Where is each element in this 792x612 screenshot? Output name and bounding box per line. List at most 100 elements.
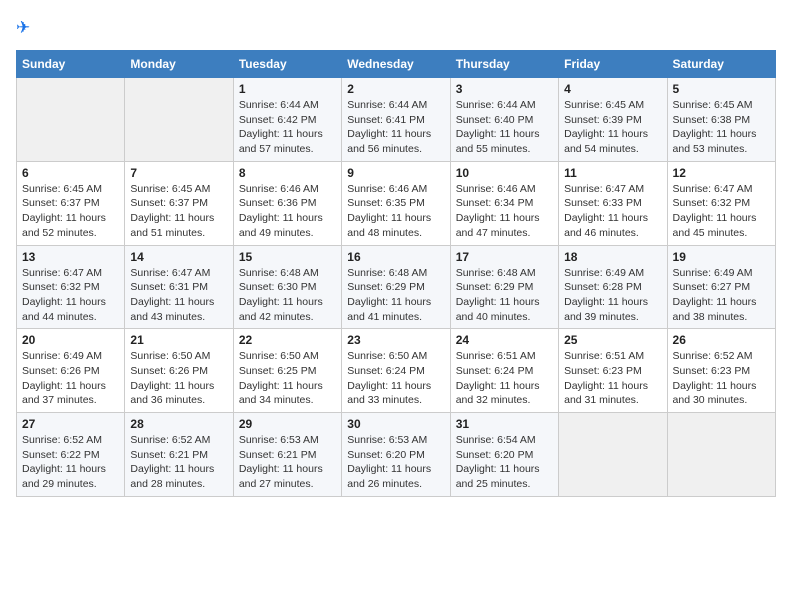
calendar-cell: 28 Sunrise: 6:52 AMSunset: 6:21 PMDayligh… <box>125 413 233 497</box>
logo-icon: ✈ <box>16 16 40 40</box>
calendar-cell <box>17 78 125 162</box>
calendar-cell: 9 Sunrise: 6:46 AMSunset: 6:35 PMDaylight… <box>342 161 450 245</box>
calendar-cell: 19 Sunrise: 6:49 AMSunset: 6:27 PMDayligh… <box>667 245 775 329</box>
weekday-header-tuesday: Tuesday <box>233 51 341 78</box>
day-number: 10 <box>456 166 553 180</box>
day-number: 12 <box>673 166 770 180</box>
cell-info: Sunrise: 6:50 AMSunset: 6:26 PMDaylight:… <box>130 349 227 408</box>
day-number: 2 <box>347 82 444 96</box>
cell-info: Sunrise: 6:54 AMSunset: 6:20 PMDaylight:… <box>456 433 553 492</box>
day-number: 3 <box>456 82 553 96</box>
day-number: 17 <box>456 250 553 264</box>
calendar-cell: 30 Sunrise: 6:53 AMSunset: 6:20 PMDayligh… <box>342 413 450 497</box>
day-number: 20 <box>22 333 119 347</box>
weekday-header-thursday: Thursday <box>450 51 558 78</box>
day-number: 9 <box>347 166 444 180</box>
day-number: 28 <box>130 417 227 431</box>
cell-info: Sunrise: 6:49 AMSunset: 6:28 PMDaylight:… <box>564 266 661 325</box>
cell-info: Sunrise: 6:49 AMSunset: 6:27 PMDaylight:… <box>673 266 770 325</box>
day-number: 11 <box>564 166 661 180</box>
calendar-cell: 3 Sunrise: 6:44 AMSunset: 6:40 PMDaylight… <box>450 78 558 162</box>
calendar-cell: 23 Sunrise: 6:50 AMSunset: 6:24 PMDayligh… <box>342 329 450 413</box>
calendar-cell <box>667 413 775 497</box>
cell-info: Sunrise: 6:53 AMSunset: 6:20 PMDaylight:… <box>347 433 444 492</box>
cell-info: Sunrise: 6:45 AMSunset: 6:38 PMDaylight:… <box>673 98 770 157</box>
calendar-cell: 18 Sunrise: 6:49 AMSunset: 6:28 PMDayligh… <box>559 245 667 329</box>
cell-info: Sunrise: 6:48 AMSunset: 6:30 PMDaylight:… <box>239 266 336 325</box>
day-number: 5 <box>673 82 770 96</box>
cell-info: Sunrise: 6:52 AMSunset: 6:22 PMDaylight:… <box>22 433 119 492</box>
calendar-cell <box>559 413 667 497</box>
calendar-cell: 14 Sunrise: 6:47 AMSunset: 6:31 PMDayligh… <box>125 245 233 329</box>
calendar-cell: 22 Sunrise: 6:50 AMSunset: 6:25 PMDayligh… <box>233 329 341 413</box>
calendar-cell: 7Sunrise: 6:45 AMSunset: 6:37 PMDaylight… <box>125 161 233 245</box>
cell-info: Sunrise: 6:45 AMSunset: 6:37 PMDaylight:… <box>22 182 119 241</box>
calendar-cell: 4 Sunrise: 6:45 AMSunset: 6:39 PMDaylight… <box>559 78 667 162</box>
day-number: 13 <box>22 250 119 264</box>
cell-info: Sunrise: 6:50 AMSunset: 6:25 PMDaylight:… <box>239 349 336 408</box>
day-number: 19 <box>673 250 770 264</box>
cell-info: Sunrise: 6:47 AMSunset: 6:32 PMDaylight:… <box>22 266 119 325</box>
day-number: 29 <box>239 417 336 431</box>
cell-info: Sunrise: 6:53 AMSunset: 6:21 PMDaylight:… <box>239 433 336 492</box>
cell-info: Sunrise: 6:44 AMSunset: 6:41 PMDaylight:… <box>347 98 444 157</box>
cell-info: Sunrise: 6:52 AMSunset: 6:23 PMDaylight:… <box>673 349 770 408</box>
cell-info: Sunrise: 6:50 AMSunset: 6:24 PMDaylight:… <box>347 349 444 408</box>
weekday-header-saturday: Saturday <box>667 51 775 78</box>
cell-info: Sunrise: 6:44 AMSunset: 6:40 PMDaylight:… <box>456 98 553 157</box>
day-number: 26 <box>673 333 770 347</box>
calendar-table: SundayMondayTuesdayWednesdayThursdayFrid… <box>16 50 776 497</box>
day-number: 1 <box>239 82 336 96</box>
calendar-cell: 21 Sunrise: 6:50 AMSunset: 6:26 PMDayligh… <box>125 329 233 413</box>
calendar-cell: 26 Sunrise: 6:52 AMSunset: 6:23 PMDayligh… <box>667 329 775 413</box>
cell-info: Sunrise: 6:52 AMSunset: 6:21 PMDaylight:… <box>130 433 227 492</box>
cell-info: Sunrise: 6:44 AMSunset: 6:42 PMDaylight:… <box>239 98 336 157</box>
cell-info: Sunrise: 6:49 AMSunset: 6:26 PMDaylight:… <box>22 349 119 408</box>
calendar-cell: 8 Sunrise: 6:46 AMSunset: 6:36 PMDaylight… <box>233 161 341 245</box>
cell-info: Sunrise: 6:45 AMSunset: 6:39 PMDaylight:… <box>564 98 661 157</box>
calendar-cell: 2 Sunrise: 6:44 AMSunset: 6:41 PMDaylight… <box>342 78 450 162</box>
calendar-cell: 24 Sunrise: 6:51 AMSunset: 6:24 PMDayligh… <box>450 329 558 413</box>
calendar-cell: 27Sunrise: 6:52 AMSunset: 6:22 PMDayligh… <box>17 413 125 497</box>
day-number: 22 <box>239 333 336 347</box>
day-number: 7 <box>130 166 227 180</box>
day-number: 25 <box>564 333 661 347</box>
cell-info: Sunrise: 6:46 AMSunset: 6:35 PMDaylight:… <box>347 182 444 241</box>
svg-text:✈: ✈ <box>16 18 30 37</box>
calendar-cell: 11 Sunrise: 6:47 AMSunset: 6:33 PMDayligh… <box>559 161 667 245</box>
day-number: 8 <box>239 166 336 180</box>
cell-info: Sunrise: 6:47 AMSunset: 6:32 PMDaylight:… <box>673 182 770 241</box>
calendar-cell: 5 Sunrise: 6:45 AMSunset: 6:38 PMDaylight… <box>667 78 775 162</box>
calendar-cell: 15 Sunrise: 6:48 AMSunset: 6:30 PMDayligh… <box>233 245 341 329</box>
cell-info: Sunrise: 6:48 AMSunset: 6:29 PMDaylight:… <box>347 266 444 325</box>
calendar-cell: 29 Sunrise: 6:53 AMSunset: 6:21 PMDayligh… <box>233 413 341 497</box>
page-header: ✈ <box>16 16 776 40</box>
cell-info: Sunrise: 6:47 AMSunset: 6:33 PMDaylight:… <box>564 182 661 241</box>
weekday-header-friday: Friday <box>559 51 667 78</box>
cell-info: Sunrise: 6:51 AMSunset: 6:24 PMDaylight:… <box>456 349 553 408</box>
day-number: 23 <box>347 333 444 347</box>
calendar-cell: 25 Sunrise: 6:51 AMSunset: 6:23 PMDayligh… <box>559 329 667 413</box>
day-number: 4 <box>564 82 661 96</box>
cell-info: Sunrise: 6:47 AMSunset: 6:31 PMDaylight:… <box>130 266 227 325</box>
weekday-header-monday: Monday <box>125 51 233 78</box>
day-number: 30 <box>347 417 444 431</box>
calendar-cell: 31 Sunrise: 6:54 AMSunset: 6:20 PMDayligh… <box>450 413 558 497</box>
day-number: 15 <box>239 250 336 264</box>
calendar-cell: 20 Sunrise: 6:49 AMSunset: 6:26 PMDayligh… <box>17 329 125 413</box>
calendar-cell <box>125 78 233 162</box>
day-number: 21 <box>130 333 227 347</box>
day-number: 18 <box>564 250 661 264</box>
cell-info: Sunrise: 6:46 AMSunset: 6:34 PMDaylight:… <box>456 182 553 241</box>
day-number: 31 <box>456 417 553 431</box>
cell-info: Sunrise: 6:51 AMSunset: 6:23 PMDaylight:… <box>564 349 661 408</box>
cell-info: Sunrise: 6:46 AMSunset: 6:36 PMDaylight:… <box>239 182 336 241</box>
calendar-cell: 16Sunrise: 6:48 AMSunset: 6:29 PMDayligh… <box>342 245 450 329</box>
weekday-header-sunday: Sunday <box>17 51 125 78</box>
calendar-cell: 13 Sunrise: 6:47 AMSunset: 6:32 PMDayligh… <box>17 245 125 329</box>
day-number: 14 <box>130 250 227 264</box>
calendar-cell: 6Sunrise: 6:45 AMSunset: 6:37 PMDaylight… <box>17 161 125 245</box>
cell-info: Sunrise: 6:48 AMSunset: 6:29 PMDaylight:… <box>456 266 553 325</box>
day-number: 24 <box>456 333 553 347</box>
weekday-header-wednesday: Wednesday <box>342 51 450 78</box>
